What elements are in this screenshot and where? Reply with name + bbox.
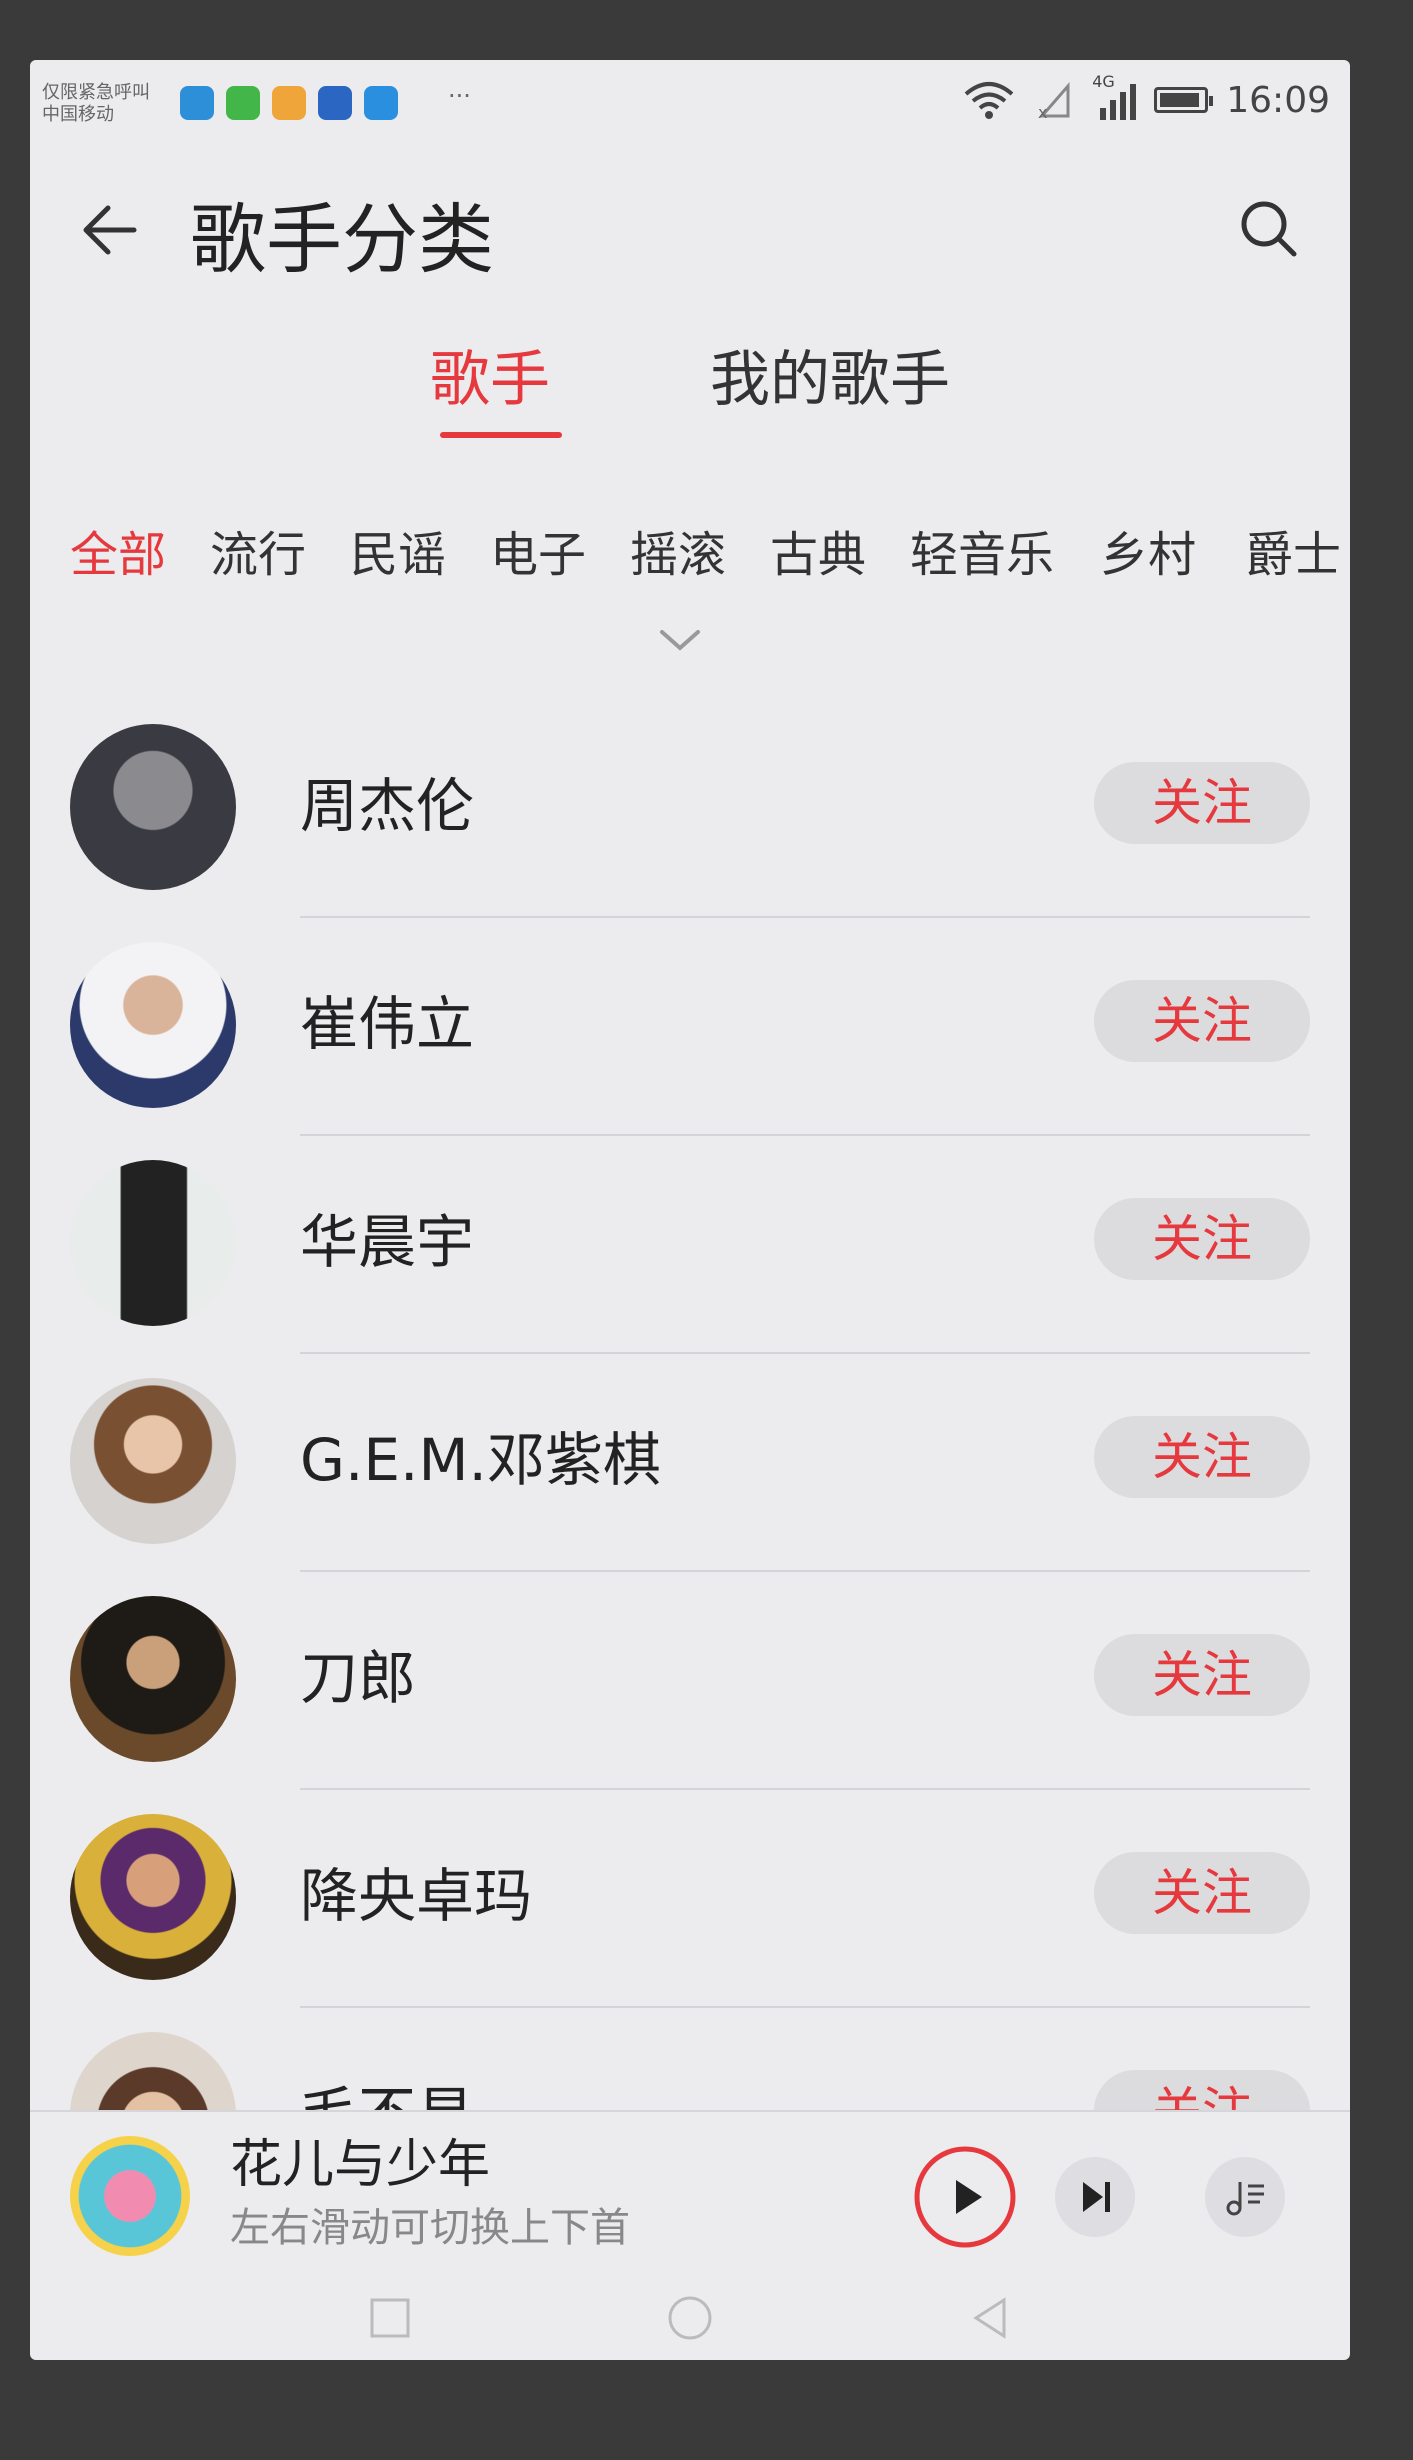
avatar [70,1596,236,1762]
recent-apps-button[interactable] [360,2288,420,2348]
cloud-icon [180,86,214,120]
avatar [70,724,236,890]
singer-name: 周杰伦 [300,772,475,840]
song-hint: 左右滑动可切换上下首 [230,2205,630,2251]
message-icon [364,86,398,120]
expand-genres-button[interactable] [650,620,710,660]
status-right: x 4G 16:09 [962,72,1330,122]
avatar [70,1160,236,1326]
genre-classical[interactable]: 古典 [770,520,866,590]
search-button[interactable] [1230,190,1310,270]
avatar [70,1814,236,1980]
genre-country[interactable]: 乡村 [1100,520,1196,590]
playlist-icon [1205,2157,1285,2237]
clock: 16:09 [1226,79,1330,121]
tab-my-singers[interactable]: 我的歌手 [710,340,950,420]
page-title: 歌手分类 [190,195,494,284]
system-nav-bar [30,2270,1350,2360]
genre-filter: 全部 流行 民谣 电子 摇滚 古典 轻音乐 乡村 爵士 [30,510,1350,600]
follow-button[interactable]: 关注 [1094,762,1310,844]
play-icon [914,2146,1016,2248]
notification-icons [180,86,398,120]
avatar [70,942,236,1108]
app-icon [272,86,306,120]
follow-button[interactable]: 关注 [1094,980,1310,1062]
triangle-back-icon [973,2297,1006,2339]
genre-folk[interactable]: 民谣 [350,520,446,590]
back-nav-button[interactable] [960,2288,1020,2348]
network-type: 4G [1092,72,1115,91]
genre-pop[interactable]: 流行 [210,520,306,590]
tab-bar: 歌手 我的歌手 [30,320,1350,450]
signal-group: 4G [1092,72,1137,122]
singer-name: 降央卓玛 [300,1862,533,1930]
back-arrow-icon [83,205,137,255]
battery-icon [1154,87,1214,113]
singer-name: 华晨宇 [300,1208,475,1276]
song-title: 花儿与少年 [230,2135,491,2195]
singer-row[interactable]: 周杰伦 关注 [30,700,1350,918]
singer-name: 崔伟立 [300,990,475,1058]
singer-row[interactable]: 降央卓玛 关注 [30,1790,1350,2008]
genre-light-music[interactable]: 轻音乐 [910,520,1054,590]
genre-all[interactable]: 全部 [70,520,166,590]
search-icon [1241,201,1297,257]
play-button[interactable] [910,2142,1020,2252]
genre-rock[interactable]: 摇滚 [630,520,726,590]
carrier-info: 仅限紧急呼叫 中国移动 [42,82,150,126]
singer-name: 刀郎 [300,1644,417,1712]
back-button[interactable] [70,190,150,270]
carrier-name: 中国移动 [42,104,114,125]
singer-name: G.E.M.邓紫棋 [300,1426,661,1494]
follow-button[interactable]: 关注 [1094,1852,1310,1934]
home-button[interactable] [660,2288,720,2348]
no-sim-icon: x [1038,81,1070,120]
mini-player[interactable]: 花儿与少年 左右滑动可切换上下首 [30,2110,1350,2272]
genre-electronic[interactable]: 电子 [490,520,586,590]
singer-row[interactable]: 刀郎 关注 [30,1572,1350,1790]
circle-icon [668,2296,712,2340]
wechat-icon [226,86,260,120]
genre-jazz[interactable]: 爵士 [1245,520,1341,590]
follow-button[interactable]: 关注 [1094,1416,1310,1498]
header: 歌手分类 [30,150,1350,300]
active-tab-indicator [440,432,562,438]
status-bar: 仅限紧急呼叫 中国移动 ··· x 4G 16:09 [30,60,1350,150]
playlist-button[interactable] [1200,2152,1290,2242]
next-track-button[interactable] [1050,2152,1140,2242]
tab-singers[interactable]: 歌手 [430,340,550,420]
avatar [70,1378,236,1544]
album-cover [70,2136,190,2256]
wifi-icon [964,82,1014,119]
app-icon [318,86,352,120]
carrier-emergency: 仅限紧急呼叫 [42,82,150,103]
more-notifications: ··· [448,82,471,110]
singer-row[interactable]: 华晨宇 关注 [30,1136,1350,1354]
singer-row[interactable]: G.E.M.邓紫棋 关注 [30,1354,1350,1572]
phone-screen: 仅限紧急呼叫 中国移动 ··· x 4G 16:09 歌手分类 歌手 我的歌手 … [30,60,1350,2360]
svg-text:x: x [1038,103,1047,120]
singer-row[interactable]: 崔伟立 关注 [30,918,1350,1136]
chevron-down-icon [660,630,700,651]
follow-button[interactable]: 关注 [1094,1634,1310,1716]
square-icon [370,2298,410,2338]
next-track-icon [1055,2157,1135,2237]
follow-button[interactable]: 关注 [1094,1198,1310,1280]
